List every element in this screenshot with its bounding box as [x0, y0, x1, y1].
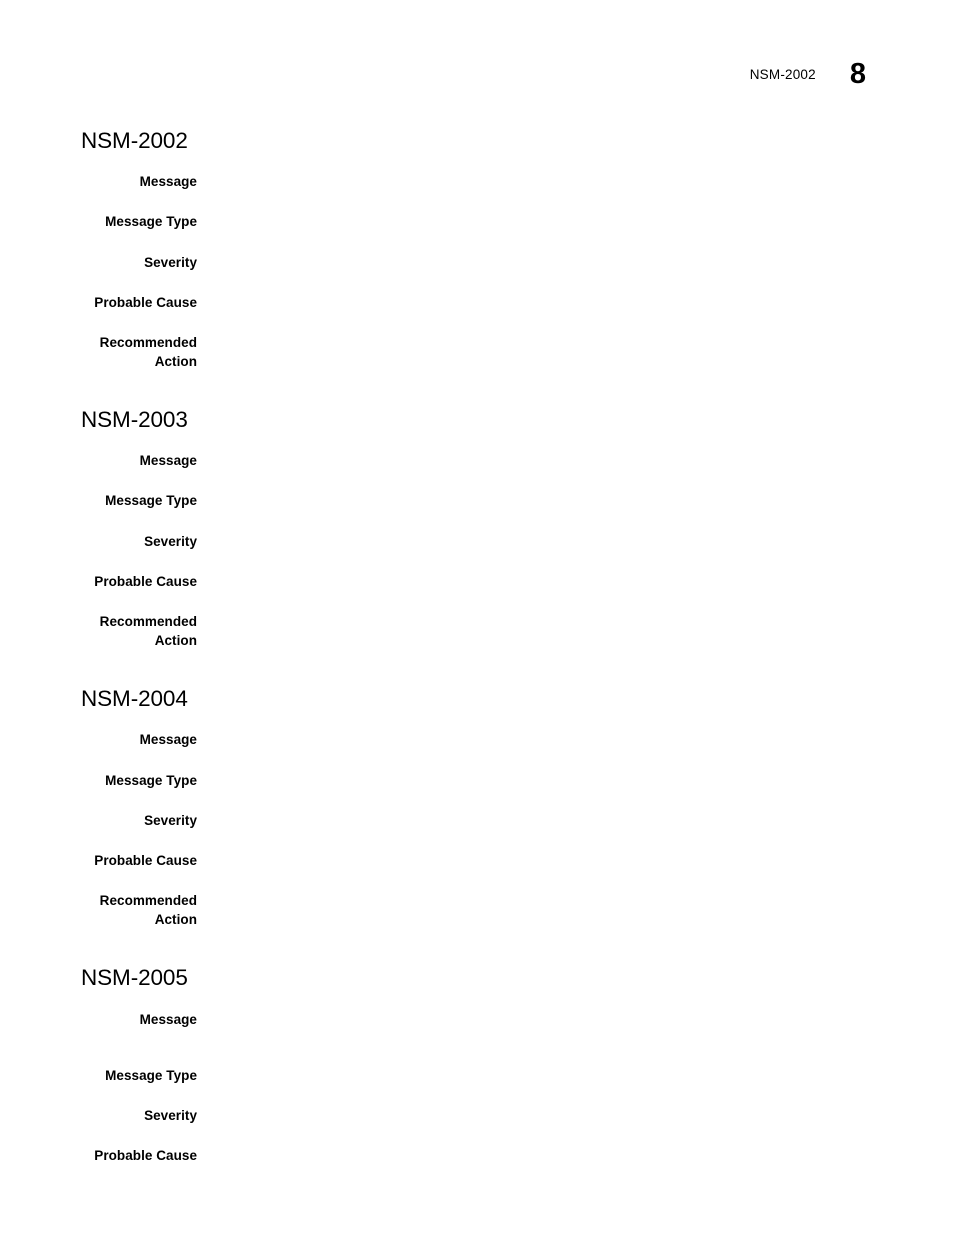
- field-value-recommended-action: [197, 333, 894, 352]
- message-section: NSM-2003 Message Message Type Severity P…: [81, 407, 894, 650]
- message-section: NSM-2004 Message Message Type Severity P…: [81, 686, 894, 929]
- message-section: NSM-2002 Message Message Type Severity P…: [81, 128, 894, 371]
- field-value-message: [197, 730, 894, 749]
- field-label-severity: Severity: [144, 1107, 197, 1123]
- field-label-message: Message: [139, 174, 197, 190]
- field-list: Message Message Type Severity Probable C…: [81, 451, 894, 650]
- field-value-severity: [197, 1106, 894, 1125]
- section-heading: NSM-2004: [81, 686, 188, 712]
- field-list: Message Message Type Severity Probable C…: [81, 730, 894, 929]
- section-heading: NSM-2005: [81, 965, 188, 991]
- field-label-probable-cause: Probable Cause: [94, 852, 197, 868]
- field-row: Message Type: [81, 491, 894, 510]
- field-value-message-type: [197, 491, 894, 510]
- field-value-severity: [197, 532, 894, 551]
- field-label-recommended-action: Recommended Action: [99, 334, 197, 369]
- field-label-message: Message: [139, 1011, 197, 1027]
- field-row: Probable Cause: [81, 851, 894, 870]
- field-row: Message Type: [81, 771, 894, 790]
- field-value-recommended-action: [197, 891, 894, 910]
- field-label-message: Message: [139, 453, 197, 469]
- field-row: Message: [81, 1010, 894, 1029]
- page-number: 8: [849, 58, 866, 90]
- document-page: NSM-2002 8 NSM-2002 Message Message Type…: [0, 0, 954, 1235]
- field-row: Probable Cause: [81, 572, 894, 591]
- field-label-recommended-action: Recommended Action: [99, 613, 197, 649]
- field-row: Message Type: [81, 1066, 894, 1085]
- field-label-severity: Severity: [144, 254, 197, 270]
- field-row: Message Type: [81, 212, 894, 231]
- field-row: Severity: [81, 532, 894, 551]
- field-value-probable-cause: [197, 851, 894, 870]
- field-row: Recommended Action: [81, 333, 894, 371]
- field-row: Message: [81, 172, 894, 191]
- field-value-message: [197, 1010, 894, 1029]
- field-label-severity: Severity: [144, 533, 197, 549]
- field-label-probable-cause: Probable Cause: [94, 1148, 197, 1164]
- message-section: NSM-2005 Message Message Type Severity P…: [81, 965, 894, 1165]
- field-label-message-type: Message Type: [105, 214, 197, 230]
- field-row: Severity: [81, 811, 894, 830]
- section-heading: NSM-2002: [81, 128, 188, 153]
- field-row: Severity: [81, 1106, 894, 1125]
- field-label-recommended-action: Recommended Action: [99, 893, 197, 928]
- field-row: Probable Cause: [81, 293, 894, 312]
- field-value-severity: [197, 253, 894, 272]
- header-topic-label: NSM-2002: [749, 67, 816, 82]
- field-label-severity: Severity: [144, 812, 197, 828]
- field-row: Message: [81, 730, 894, 749]
- field-value-message-type: [197, 771, 894, 790]
- page-content: NSM-2002 Message Message Type Severity P…: [81, 128, 894, 1165]
- field-value-probable-cause: [197, 293, 894, 312]
- field-value-probable-cause: [197, 1146, 894, 1165]
- field-row: Recommended Action: [81, 612, 894, 650]
- field-label-message-type: Message Type: [105, 772, 197, 788]
- field-label-message-type: Message Type: [105, 1067, 197, 1083]
- field-value-message-type: [197, 212, 894, 231]
- field-label-message-type: Message Type: [105, 493, 197, 509]
- field-value-message-type: [197, 1066, 894, 1085]
- field-value-message: [197, 451, 894, 470]
- field-list: Message Message Type Severity Probable C…: [81, 172, 894, 371]
- section-heading: NSM-2003: [81, 407, 188, 433]
- running-header: NSM-2002 8: [749, 56, 866, 89]
- field-value-recommended-action: [197, 612, 894, 631]
- field-row: Recommended Action: [81, 891, 894, 929]
- field-label-probable-cause: Probable Cause: [94, 573, 197, 589]
- field-value-message: [197, 172, 894, 191]
- field-row: Probable Cause: [81, 1146, 894, 1165]
- field-value-probable-cause: [197, 572, 894, 591]
- field-row: Severity: [81, 253, 894, 272]
- field-value-severity: [197, 811, 894, 830]
- field-label-message: Message: [139, 732, 197, 748]
- field-label-probable-cause: Probable Cause: [94, 294, 197, 310]
- field-row: Message: [81, 451, 894, 470]
- field-list: Message Message Type Severity Probable C…: [81, 1010, 894, 1166]
